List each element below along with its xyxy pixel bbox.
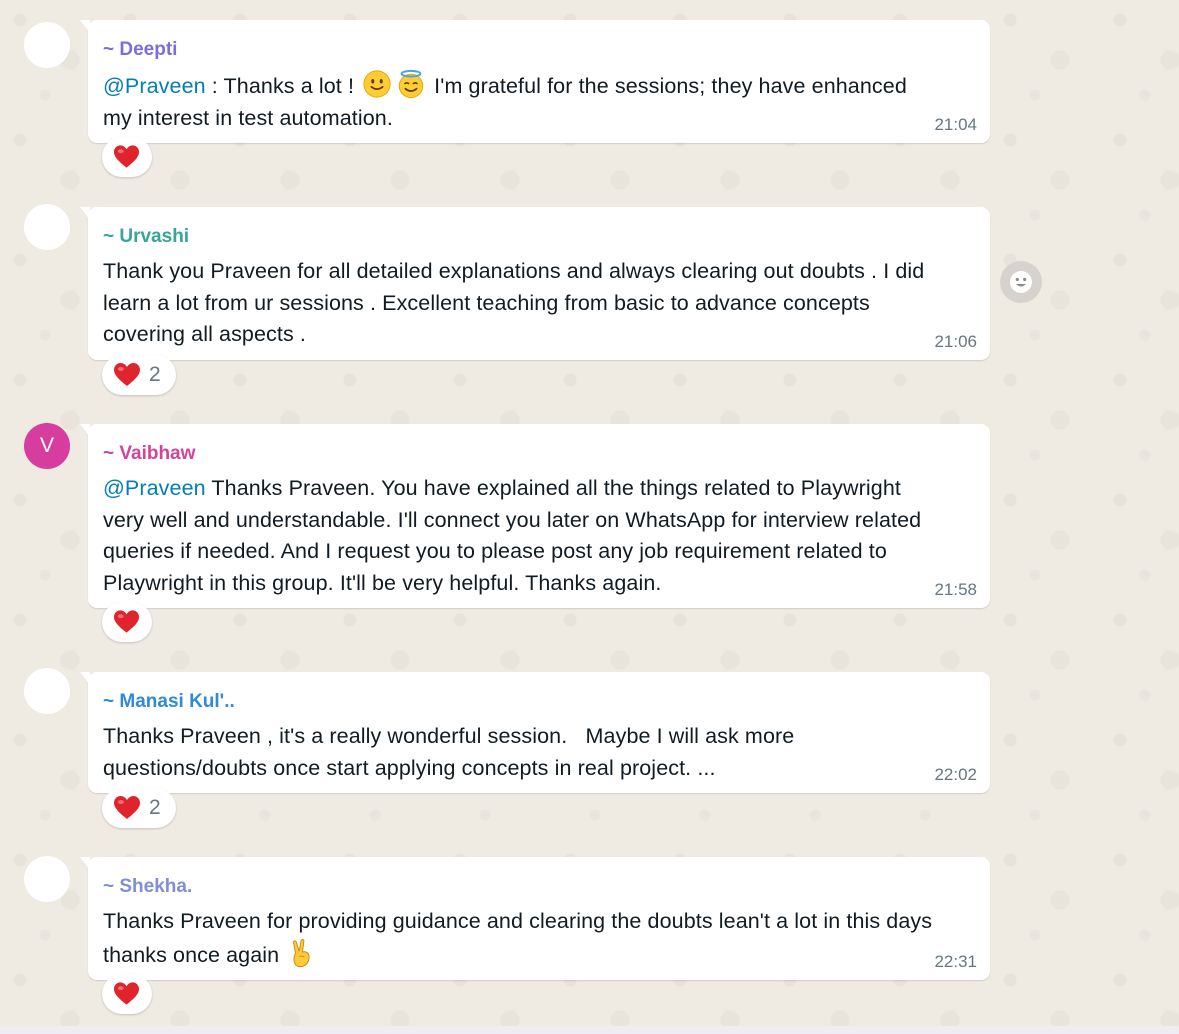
slightly-smiling-face-icon	[363, 70, 391, 98]
smiling-face-with-halo-icon	[398, 69, 424, 99]
sender-name[interactable]: ~ Vaibhaw	[103, 443, 976, 465]
message-text: Thank you Praveen for all detailed expla…	[103, 259, 925, 346]
avatar[interactable]	[24, 856, 70, 902]
mention-link[interactable]: @Praveen	[103, 476, 206, 500]
reaction-count: 2	[149, 796, 161, 819]
message-timestamp: 22:31	[934, 952, 977, 971]
message-bubble-urvashi[interactable]: ~ Urvashi Thank you Praveen for all deta…	[80, 207, 990, 360]
message-timestamp: 21:06	[934, 332, 977, 351]
message-timestamp: 22:02	[934, 765, 977, 784]
sender-name[interactable]: ~ Shekha.	[103, 876, 976, 898]
message-timestamp: 21:04	[934, 115, 977, 134]
red-heart-icon	[114, 796, 140, 819]
avatar[interactable]	[24, 22, 70, 68]
smiley-icon	[1010, 271, 1032, 293]
message-bubble-vaibhaw[interactable]: ~ Vaibhaw @Praveen Thanks Praveen. You h…	[80, 424, 990, 608]
reaction-count: 2	[149, 363, 161, 386]
sender-name[interactable]: ~ Manasi Kul'..	[103, 691, 976, 713]
message-bubble-deepti[interactable]: ~ Deepti @Praveen : Thanks a lot ! I'm g…	[80, 20, 990, 143]
red-heart-icon	[113, 982, 140, 1005]
red-heart-icon	[113, 145, 140, 168]
mention-link[interactable]: @Praveen	[103, 74, 206, 98]
message-text-part: Thanks Praveen. You have explained all t…	[103, 476, 922, 595]
avatar[interactable]	[24, 204, 70, 250]
message-timestamp: 21:58	[934, 580, 977, 599]
message-text: @Praveen : Thanks a lot ! I'm grateful f…	[103, 69, 976, 134]
sender-name[interactable]: ~ Deepti	[103, 39, 976, 61]
reaction-badge[interactable]	[102, 974, 152, 1014]
reaction-badge[interactable]: 2	[102, 355, 176, 395]
red-heart-icon	[113, 610, 140, 633]
reaction-badge[interactable]	[102, 137, 152, 177]
message-bubble-manasi[interactable]: ~ Manasi Kul'.. Thanks Praveen , it's a …	[80, 672, 990, 793]
avatar[interactable]	[24, 668, 70, 714]
message-text: Thanks Praveen for providing guidance an…	[103, 906, 976, 971]
react-button[interactable]	[1000, 261, 1042, 303]
reaction-badge[interactable]: 2	[102, 788, 176, 828]
reaction-badge[interactable]	[102, 602, 152, 642]
message-text: @Praveen Thanks Praveen. You have explai…	[103, 473, 976, 599]
bottom-strip	[0, 1026, 1179, 1034]
avatar-initial[interactable]: V	[24, 423, 70, 469]
message-bubble-shekha[interactable]: ~ Shekha. Thanks Praveen for providing g…	[80, 857, 990, 980]
red-heart-icon	[114, 363, 140, 386]
sender-name[interactable]: ~ Urvashi	[103, 226, 976, 248]
message-text-part: : Thanks a lot !	[205, 74, 361, 98]
message-text: Thanks Praveen , it's a really wonderful…	[103, 724, 801, 780]
message-text-part: Thanks Praveen for providing guidance an…	[103, 909, 933, 967]
victory-hand-icon	[293, 938, 310, 967]
